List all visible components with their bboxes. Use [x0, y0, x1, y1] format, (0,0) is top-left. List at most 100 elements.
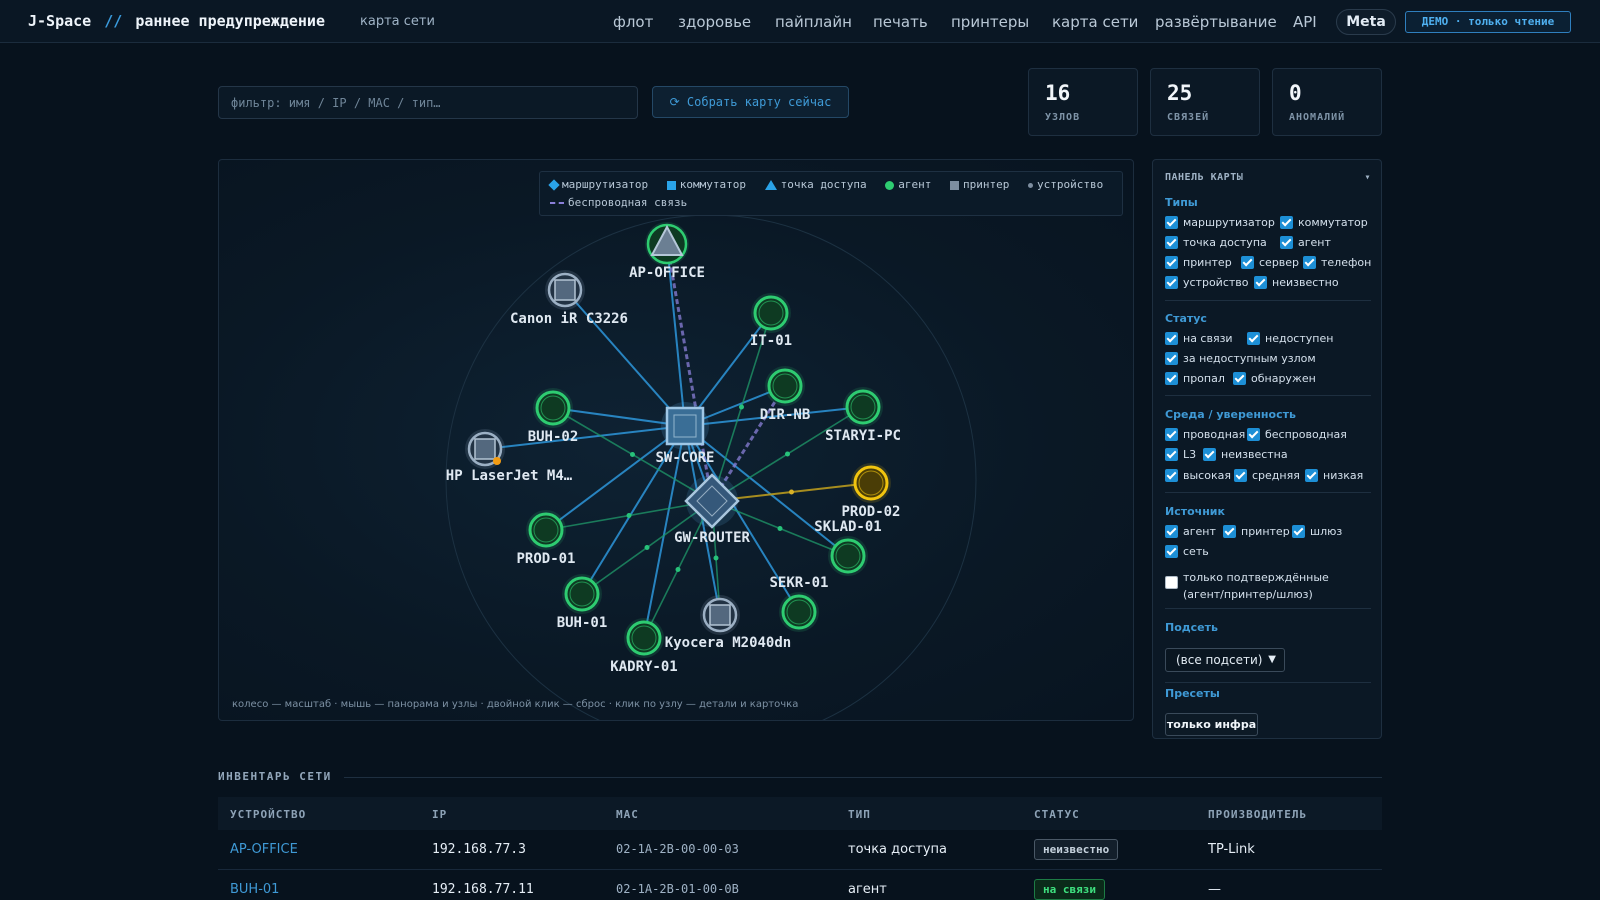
checkbox-checked[interactable] [1280, 216, 1293, 229]
nav-deployment[interactable]: развёртывание [1155, 13, 1277, 31]
agent-node-icon[interactable] [564, 576, 600, 612]
map-node-kyocera-m2040dn[interactable]: Kyocera M2040dn [665, 595, 791, 651]
brand[interactable]: J-Space // раннее предупреждение [28, 12, 325, 30]
checkbox-checked[interactable] [1165, 332, 1178, 345]
sidebar-header[interactable]: ПАНЕЛЬ КАРТЫ ▾ [1165, 172, 1371, 183]
node-label-kyocera-m2040dn[interactable]: Kyocera M2040dn [665, 635, 791, 651]
env-checkbox-6[interactable]: низкая [1305, 469, 1363, 482]
table-row[interactable]: AP-OFFICE 192.168.77.3 02-1A-2B-00-00-03… [218, 830, 1382, 870]
types-checkbox-3[interactable]: агент [1280, 236, 1331, 249]
nav-pipeline[interactable]: пайплайн [775, 13, 852, 31]
checkbox-checked[interactable] [1247, 332, 1260, 345]
checkbox-checked[interactable] [1165, 469, 1178, 482]
confirmed-only-checkbox[interactable]: только подтверждённые (агент/принтер/шлю… [1165, 569, 1329, 603]
checkbox-checked[interactable] [1223, 525, 1236, 538]
checkbox-checked[interactable] [1165, 525, 1178, 538]
node-label-hp-laserjet-m4-[interactable]: HP LaserJet M4… [446, 468, 573, 484]
agent-node-icon[interactable] [626, 620, 662, 656]
node-label-ap-office[interactable]: AP-OFFICE [629, 265, 705, 281]
agent-node-icon[interactable] [781, 594, 817, 630]
filter-input[interactable] [218, 86, 638, 119]
node-label-kadry-01[interactable]: KADRY-01 [610, 659, 677, 675]
checkbox-checked[interactable] [1292, 525, 1305, 538]
checkbox-checked[interactable] [1234, 469, 1247, 482]
map-node-staryi-pc[interactable]: STARYI-PC [825, 387, 901, 444]
node-label-buh-02[interactable]: BUH-02 [528, 429, 579, 445]
node-label-prod-02[interactable]: PROD-02 [841, 504, 900, 520]
node-label-prod-01[interactable]: PROD-01 [516, 551, 575, 567]
types-checkbox-1[interactable]: коммутатор [1280, 216, 1368, 229]
node-label-staryi-pc[interactable]: STARYI-PC [825, 428, 901, 444]
checkbox-checked[interactable] [1165, 216, 1178, 229]
env-checkbox-3[interactable]: неизвестна [1203, 448, 1288, 461]
checkbox-unchecked[interactable] [1165, 576, 1178, 589]
checkbox-checked[interactable] [1165, 372, 1178, 385]
map-node-prod-01[interactable]: PROD-01 [516, 510, 576, 567]
map-node-buh-01[interactable]: BUH-01 [557, 574, 608, 631]
types-checkbox-7[interactable]: устройство [1165, 276, 1249, 289]
switch-node-icon[interactable] [665, 406, 705, 446]
checkbox-checked[interactable] [1165, 256, 1178, 269]
map-node-prod-02[interactable]: PROD-02 [841, 463, 901, 520]
types-checkbox-5[interactable]: сервер [1241, 256, 1299, 269]
caret-down-icon[interactable]: ▾ [1364, 172, 1371, 183]
env-checkbox-1[interactable]: беспроводная [1247, 428, 1347, 441]
checkbox-checked[interactable] [1280, 236, 1293, 249]
types-checkbox-2[interactable]: точка доступа [1165, 236, 1267, 249]
col-ip[interactable]: IP [432, 808, 447, 821]
agent-node-icon[interactable] [767, 368, 803, 404]
agent-node-icon[interactable] [753, 295, 789, 331]
meta-button[interactable]: Meta [1336, 9, 1396, 35]
checkbox-checked[interactable] [1203, 448, 1216, 461]
node-label-sw-core[interactable]: SW-CORE [655, 450, 714, 466]
agent-node-icon[interactable] [853, 465, 889, 501]
map-node-buh-02[interactable]: BUH-02 [528, 388, 579, 445]
types-checkbox-0[interactable]: маршрутизатор [1165, 216, 1275, 229]
nav-health[interactable]: здоровье [678, 13, 751, 31]
agent-node-icon[interactable] [845, 389, 881, 425]
map-node-sklad-01[interactable]: SKLAD-01 [814, 519, 882, 576]
nav-network-map[interactable]: карта сети [1052, 13, 1138, 31]
env-checkbox-5[interactable]: средняя [1234, 469, 1300, 482]
agent-node-icon[interactable] [535, 390, 571, 426]
checkbox-checked[interactable] [1165, 428, 1178, 441]
node-label-dir-nb[interactable]: DIR-NB [760, 407, 811, 423]
status-checkbox-0[interactable]: на связи [1165, 332, 1233, 345]
status-checkbox-3[interactable]: пропал [1165, 372, 1225, 385]
col-device[interactable]: УСТРОЙСТВО [230, 808, 306, 821]
checkbox-checked[interactable] [1165, 448, 1178, 461]
checkbox-checked[interactable] [1305, 469, 1318, 482]
col-type[interactable]: ТИП [848, 808, 871, 821]
table-row[interactable]: BUH-01 192.168.77.11 02-1A-2B-01-00-0B а… [218, 870, 1382, 900]
agent-node-icon[interactable] [528, 512, 564, 548]
source-checkbox-1[interactable]: принтер [1223, 525, 1290, 538]
map-node-sekr-01[interactable]: SEKR-01 [769, 575, 829, 632]
node-label-gw-router[interactable]: GW-ROUTER [674, 530, 750, 546]
checkbox-checked[interactable] [1233, 372, 1246, 385]
subnet-select[interactable]: (все подсети) ▼ [1165, 648, 1285, 672]
types-checkbox-6[interactable]: телефон [1303, 256, 1371, 269]
collect-map-button[interactable]: ⟳ Собрать карту сейчас [652, 86, 849, 118]
checkbox-checked[interactable] [1241, 256, 1254, 269]
types-checkbox-8[interactable]: неизвестно [1254, 276, 1339, 289]
node-label-sekr-01[interactable]: SEKR-01 [769, 575, 828, 591]
checkbox-checked[interactable] [1165, 276, 1178, 289]
env-checkbox-4[interactable]: высокая [1165, 469, 1231, 482]
col-mac[interactable]: MAC [616, 808, 639, 821]
status-checkbox-1[interactable]: недоступен [1247, 332, 1333, 345]
col-vendor[interactable]: ПРОИЗВОДИТЕЛЬ [1208, 808, 1307, 821]
env-checkbox-2[interactable]: L3 [1165, 448, 1196, 461]
checkbox-checked[interactable] [1165, 545, 1178, 558]
node-label-it-01[interactable]: IT-01 [750, 333, 792, 349]
map-node-dir-nb[interactable]: DIR-NB [760, 366, 811, 423]
status-checkbox-2[interactable]: за недоступным узлом [1165, 352, 1316, 365]
node-label-sklad-01[interactable]: SKLAD-01 [814, 519, 881, 535]
source-checkbox-3[interactable]: сеть [1165, 545, 1209, 558]
node-label-canon-ir-c3226[interactable]: Canon iR C3226 [510, 311, 628, 327]
map-node-sw-core[interactable]: SW-CORE [655, 402, 715, 466]
nav-print[interactable]: печать [873, 13, 928, 31]
checkbox-checked[interactable] [1165, 352, 1178, 365]
map-node-canon-ir-c3226[interactable]: Canon iR C3226 [510, 270, 628, 327]
map-node-it-01[interactable]: IT-01 [750, 293, 792, 349]
checkbox-checked[interactable] [1247, 428, 1260, 441]
